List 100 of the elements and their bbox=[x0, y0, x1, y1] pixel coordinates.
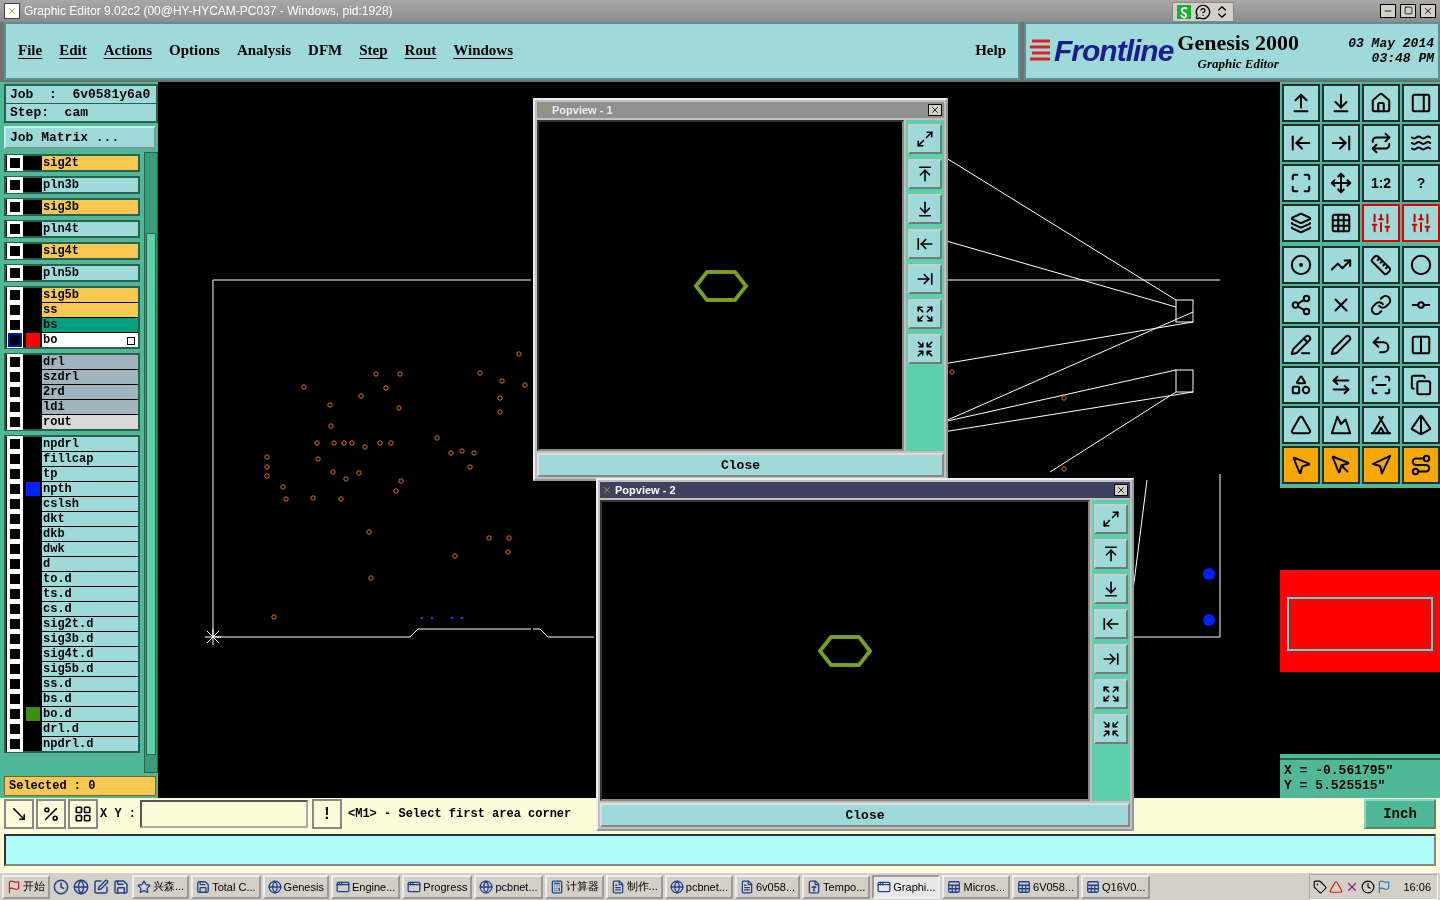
tool-button[interactable] bbox=[1402, 325, 1440, 364]
minimize-button[interactable] bbox=[1380, 3, 1396, 18]
layer-name[interactable]: bs.d bbox=[42, 691, 138, 706]
layer-checkbox[interactable] bbox=[8, 332, 22, 347]
view-tool-button[interactable] bbox=[908, 194, 942, 224]
taskbar-button[interactable]: 计算器 bbox=[544, 874, 604, 899]
view-tool-button[interactable] bbox=[1094, 679, 1128, 709]
layer-name[interactable]: rout bbox=[42, 414, 138, 429]
layer-name[interactable]: drl.d bbox=[42, 721, 138, 736]
layer-name[interactable]: pln3b bbox=[42, 177, 138, 192]
tool-button[interactable] bbox=[1402, 405, 1440, 444]
view-tool-button[interactable] bbox=[908, 124, 942, 154]
close-button[interactable] bbox=[1114, 484, 1128, 496]
layer-name[interactable]: tp bbox=[42, 466, 138, 481]
units-dropdown[interactable]: Inch bbox=[1364, 799, 1436, 830]
quick-launch-button[interactable] bbox=[92, 878, 110, 895]
menu-item[interactable]: File bbox=[18, 42, 43, 60]
tool-button[interactable] bbox=[1322, 203, 1360, 242]
layer-name[interactable]: bo bbox=[42, 332, 138, 347]
help-icon[interactable] bbox=[1195, 3, 1211, 20]
layer-name[interactable]: sig4t bbox=[42, 243, 138, 258]
tool-button[interactable] bbox=[1322, 83, 1360, 122]
tool-button[interactable] bbox=[1322, 405, 1360, 444]
tool-button[interactable]: ? bbox=[1402, 163, 1440, 202]
tool-button[interactable] bbox=[1402, 285, 1440, 324]
maximize-button[interactable] bbox=[1400, 3, 1416, 18]
tool-button[interactable] bbox=[1362, 365, 1400, 404]
tool-button[interactable] bbox=[1282, 325, 1320, 364]
layer-name[interactable]: cs.d bbox=[42, 601, 138, 616]
view-tool-button[interactable] bbox=[1094, 644, 1128, 674]
menu-item[interactable]: DFM bbox=[308, 42, 343, 60]
layer-name[interactable]: sig3b bbox=[42, 199, 138, 214]
layer-name[interactable]: bs bbox=[42, 317, 138, 332]
menu-item[interactable]: Rout bbox=[404, 42, 437, 60]
tool-button[interactable] bbox=[1362, 245, 1400, 284]
layer-name[interactable]: sig2t bbox=[42, 155, 138, 170]
taskbar-button[interactable]: Graphi... bbox=[872, 874, 941, 899]
view-tool-button[interactable] bbox=[908, 334, 942, 364]
layer-name[interactable]: ss.d bbox=[42, 676, 138, 691]
taskbar-button[interactable]: pcbnet... bbox=[474, 874, 543, 899]
tool-button[interactable] bbox=[1322, 123, 1360, 162]
alert-button[interactable]: ! bbox=[312, 799, 342, 830]
quick-launch-button[interactable] bbox=[112, 878, 130, 895]
tool-button[interactable] bbox=[1402, 123, 1440, 162]
view-tool-button[interactable] bbox=[1094, 504, 1128, 534]
tool-button[interactable] bbox=[1322, 365, 1360, 404]
tag-icon[interactable] bbox=[1313, 879, 1328, 894]
view-tool-button[interactable] bbox=[1094, 609, 1128, 639]
tool-button[interactable] bbox=[1402, 83, 1440, 122]
view-tool-button[interactable] bbox=[908, 229, 942, 259]
tool-button[interactable] bbox=[1322, 445, 1360, 484]
tool-button[interactable] bbox=[4, 799, 34, 830]
layer-name[interactable]: ts.d bbox=[42, 586, 138, 601]
tool-button[interactable] bbox=[68, 799, 98, 830]
layer-name[interactable]: sig2t.d bbox=[42, 616, 138, 631]
tool-button[interactable] bbox=[1322, 245, 1360, 284]
view-tool-button[interactable] bbox=[908, 299, 942, 329]
menu-item[interactable]: Edit bbox=[59, 42, 87, 60]
menu-item[interactable]: Windows bbox=[453, 42, 513, 60]
tool-button[interactable] bbox=[1282, 245, 1320, 284]
taskbar-button[interactable]: Total C... bbox=[191, 874, 261, 899]
view-tool-button[interactable] bbox=[1094, 539, 1128, 569]
layer-name[interactable]: d bbox=[42, 556, 138, 571]
tool-button[interactable]: 1:2 bbox=[1362, 163, 1400, 202]
layer-name[interactable]: ss bbox=[42, 302, 138, 317]
tool-button[interactable] bbox=[1282, 405, 1320, 444]
tool-button[interactable] bbox=[1362, 285, 1400, 324]
layer-name[interactable]: 2rd bbox=[42, 384, 138, 399]
taskbar-button[interactable]: 制作... bbox=[605, 874, 663, 899]
layer-name[interactable]: sig5b bbox=[42, 287, 138, 302]
taskbar-button[interactable]: Q16V0... bbox=[1081, 874, 1151, 899]
tool-button[interactable] bbox=[1362, 445, 1400, 484]
tool-button[interactable] bbox=[1402, 445, 1440, 484]
taskbar-button[interactable]: Micros... bbox=[942, 874, 1011, 899]
layer-name[interactable]: dkt bbox=[42, 511, 138, 526]
tool-button[interactable] bbox=[1322, 325, 1360, 364]
layer-name[interactable]: npdrl bbox=[42, 436, 138, 451]
clock-icon[interactable] bbox=[1361, 879, 1376, 894]
layer-name[interactable]: sig4t.d bbox=[42, 646, 138, 661]
layer-name[interactable]: szdrl bbox=[42, 369, 138, 384]
tool-button[interactable] bbox=[36, 799, 66, 830]
layer-name[interactable]: bo.d bbox=[42, 706, 138, 721]
taskbar-button[interactable]: Tempo... bbox=[802, 874, 871, 899]
menu-item[interactable]: Actions bbox=[103, 42, 152, 60]
menu-item[interactable]: Analysis bbox=[236, 42, 292, 60]
layer-name[interactable]: cslsh bbox=[42, 496, 138, 511]
layer-name[interactable]: ldi bbox=[42, 399, 138, 414]
layer-name[interactable]: to.d bbox=[42, 571, 138, 586]
taskbar-button[interactable]: 6V058... bbox=[1012, 874, 1080, 899]
tool-button[interactable] bbox=[1362, 83, 1400, 122]
start-button[interactable]: 开始 bbox=[2, 874, 50, 899]
taskbar-button[interactable]: 兴森... bbox=[132, 874, 190, 899]
quick-launch-button[interactable] bbox=[72, 878, 90, 895]
layer-name[interactable]: drl bbox=[42, 354, 138, 369]
taskbar-button[interactable]: 6v058... bbox=[734, 874, 801, 899]
tool-button[interactable] bbox=[1282, 285, 1320, 324]
taskbar-button[interactable]: Engine... bbox=[330, 874, 401, 899]
taskbar-button[interactable]: pcbnet... bbox=[664, 874, 733, 899]
tool-button[interactable] bbox=[1362, 325, 1400, 364]
layer-name[interactable]: dkb bbox=[42, 526, 138, 541]
